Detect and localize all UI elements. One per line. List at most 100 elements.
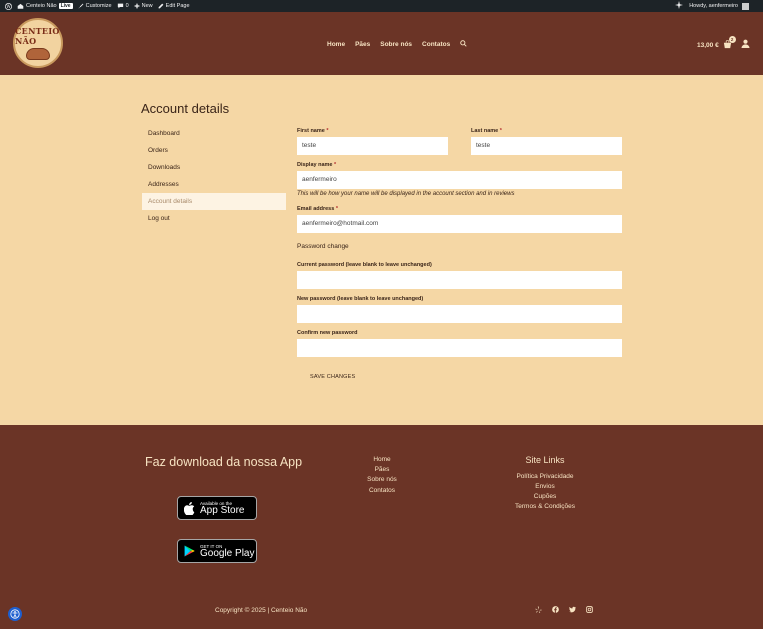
google-play-big: Google Play xyxy=(200,547,255,559)
account-nav-log-out[interactable]: Log out xyxy=(142,210,286,227)
yelp-icon[interactable] xyxy=(535,606,542,615)
app-store-big: App Store xyxy=(200,504,245,516)
wp-logo-icon[interactable]: W xyxy=(5,2,12,10)
app-store-text: Available on the App Store xyxy=(200,501,244,516)
cart[interactable]: 13,00 € 2 xyxy=(697,36,736,50)
ai-sparkle-icon[interactable] xyxy=(675,1,684,11)
app-store-badge[interactable]: Available on the App Store xyxy=(177,496,257,520)
user-account-icon[interactable] xyxy=(741,39,750,50)
footer-link-home[interactable]: Home xyxy=(352,455,412,465)
nav-item-home[interactable]: Home xyxy=(327,41,345,48)
footer-link-sobre-nos[interactable]: Sobre nós xyxy=(352,475,412,485)
copyright-text: Copyright © 2025 | Centeio Não xyxy=(215,607,308,614)
required-mark: * xyxy=(334,162,337,168)
logo-title: CENTEIO NÃO xyxy=(15,26,60,46)
comments-count: 0 xyxy=(125,3,129,9)
plus-icon xyxy=(134,3,140,9)
account-navigation: Dashboard Orders Downloads Addresses Acc… xyxy=(142,125,286,227)
google-play-icon xyxy=(184,545,195,557)
display-name-label-text: Display name xyxy=(297,162,333,168)
site-header: CENTEIO NÃO Home Pães Sobre nós Contatos… xyxy=(0,12,763,75)
confirm-password-label: Confirm new password xyxy=(297,330,358,336)
display-name-hint: This will be how your name will be displ… xyxy=(297,191,515,197)
site-links-title: Site Links xyxy=(525,455,565,465)
new-password-field[interactable] xyxy=(297,305,622,323)
accessibility-icon[interactable] xyxy=(8,607,22,621)
account-nav-orders[interactable]: Orders xyxy=(142,142,286,159)
site-link-shipping[interactable]: Envios xyxy=(495,482,595,492)
google-play-text: GET IT ON Google Play xyxy=(200,544,254,559)
cart-icon: 2 xyxy=(723,36,736,50)
google-play-badge[interactable]: GET IT ON Google Play xyxy=(177,539,257,563)
current-password-field[interactable] xyxy=(297,271,622,289)
last-name-field[interactable] xyxy=(471,137,622,155)
home-icon xyxy=(17,3,24,9)
required-mark: * xyxy=(335,206,338,212)
account-nav-dashboard[interactable]: Dashboard xyxy=(142,125,286,142)
live-badge: Live xyxy=(58,3,73,9)
site-name-label: Centeio Não xyxy=(26,3,57,9)
password-change-heading: Password change xyxy=(297,243,349,250)
customize-label: Customize xyxy=(85,3,112,9)
nav-item-contatos[interactable]: Contatos xyxy=(422,41,450,48)
svg-text:W: W xyxy=(6,4,11,9)
adminbar-site-name[interactable]: Centeio Não Live xyxy=(17,3,73,9)
last-name-label: Last name * xyxy=(471,128,502,134)
display-name-label: Display name * xyxy=(297,162,336,168)
instagram-icon[interactable] xyxy=(586,606,593,615)
main-content: Account details Dashboard Orders Downloa… xyxy=(0,75,763,425)
new-password-label: New password (leave blank to leave uncha… xyxy=(297,296,424,302)
main-nav: Home Pães Sobre nós Contatos xyxy=(327,40,467,49)
cart-total: 13,00 € xyxy=(697,41,719,49)
site-footer: Faz download da nossa App Available on t… xyxy=(0,425,763,629)
site-links: Site Links Política Privacidade Envios C… xyxy=(495,455,595,512)
account-nav-account-details[interactable]: Account details xyxy=(142,193,286,210)
page-title: Account details xyxy=(141,101,230,116)
first-name-field[interactable] xyxy=(297,137,448,155)
last-name-label-text: Last name xyxy=(471,128,499,134)
save-changes-button[interactable]: SAVE CHANGES xyxy=(310,374,355,380)
bread-icon xyxy=(26,48,50,60)
app-download-title: Faz download da nossa App xyxy=(145,455,303,469)
howdy-label: Howdy, aenfermeiro xyxy=(689,3,738,9)
pencil-icon xyxy=(158,3,164,9)
cart-count-badge: 2 xyxy=(728,36,736,43)
footer-link-paes[interactable]: Pães xyxy=(352,465,412,475)
display-name-field[interactable] xyxy=(297,171,622,189)
required-mark: * xyxy=(326,128,329,134)
email-label: Email address * xyxy=(297,206,338,212)
first-name-label: First name * xyxy=(297,128,329,134)
nav-item-paes[interactable]: Pães xyxy=(355,41,370,48)
brush-icon xyxy=(78,3,83,9)
email-label-text: Email address xyxy=(297,206,335,212)
site-link-terms[interactable]: Termos & Condições xyxy=(495,502,595,512)
adminbar-account[interactable]: Howdy, aenfermeiro xyxy=(689,2,749,10)
first-name-label-text: First name xyxy=(297,128,325,134)
footer-link-contatos[interactable]: Contatos xyxy=(352,486,412,496)
avatar xyxy=(742,2,749,10)
confirm-password-field[interactable] xyxy=(297,339,622,357)
adminbar-edit-page[interactable]: Edit Page xyxy=(158,3,190,9)
email-field[interactable] xyxy=(297,215,622,233)
nav-item-sobre-nos[interactable]: Sobre nós xyxy=(380,41,412,48)
required-mark: * xyxy=(499,128,502,134)
footer-nav: Home Pães Sobre nós Contatos xyxy=(352,455,412,496)
wp-admin-bar: W Centeio Não Live Customize 0 New Edit … xyxy=(0,0,763,12)
adminbar-customize[interactable]: Customize xyxy=(78,3,112,9)
site-link-privacy[interactable]: Política Privacidade xyxy=(495,472,595,482)
site-link-coupons[interactable]: Cupões xyxy=(495,492,595,502)
social-links xyxy=(535,606,593,615)
new-label: New xyxy=(141,3,153,9)
facebook-icon[interactable] xyxy=(552,606,559,615)
site-logo[interactable]: CENTEIO NÃO xyxy=(13,18,63,68)
comment-icon xyxy=(117,3,123,9)
apple-icon xyxy=(184,501,195,515)
adminbar-comments[interactable]: 0 xyxy=(117,3,129,9)
edit-page-label: Edit Page xyxy=(165,3,190,9)
account-nav-downloads[interactable]: Downloads xyxy=(142,159,286,176)
account-nav-addresses[interactable]: Addresses xyxy=(142,176,286,193)
twitter-icon[interactable] xyxy=(569,606,576,615)
current-password-label: Current password (leave blank to leave u… xyxy=(297,262,432,268)
search-icon[interactable] xyxy=(460,40,467,49)
adminbar-new[interactable]: New xyxy=(134,3,153,9)
